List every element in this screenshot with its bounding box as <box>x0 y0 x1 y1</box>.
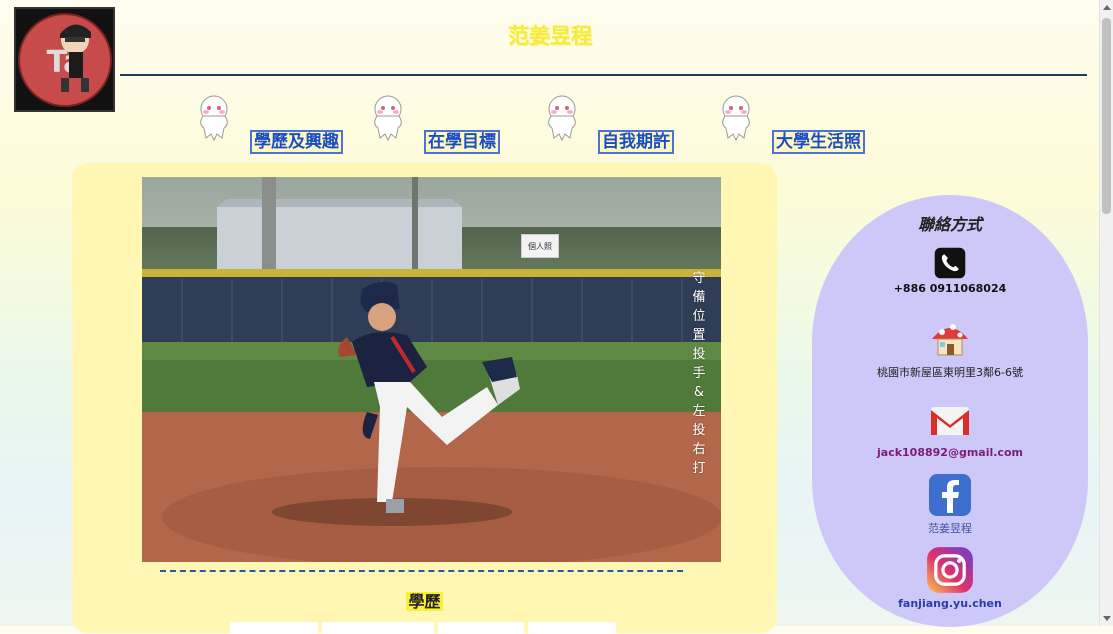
facebook-link[interactable]: 范姜昱程 <box>812 520 1088 536</box>
contact-email[interactable]: jack108892@gmail.com <box>812 399 1088 459</box>
section-heading: 學歷 <box>72 588 777 612</box>
scroll-down-arrow-icon[interactable] <box>1103 616 1111 621</box>
card-preview <box>438 622 524 634</box>
section-divider <box>160 570 683 572</box>
baseball-pitcher-photo <box>142 177 721 562</box>
contact-phone[interactable]: +886 0911068024 <box>812 247 1088 295</box>
phone-number[interactable]: +886 0911068024 <box>812 282 1088 295</box>
email-link[interactable]: jack108892@gmail.com <box>812 446 1088 459</box>
scroll-thumb[interactable] <box>1102 18 1111 214</box>
nav-link-expectations[interactable]: 自我期許 <box>598 130 674 154</box>
ghost-mascot-icon <box>722 95 750 142</box>
facebook-icon <box>929 474 971 516</box>
photo-caption: 守備位置投手&左投右打 <box>692 271 706 476</box>
contact-instagram[interactable]: fanjiang.yu.chen <box>812 546 1088 610</box>
gmail-icon <box>931 407 969 435</box>
profile-photo: 個人照 守備位置投手&左投右打 <box>142 177 721 562</box>
card-preview <box>528 622 616 634</box>
nav-link-college-photos[interactable]: 大學生活照 <box>772 130 865 154</box>
photo-tag: 個人照 <box>521 234 559 258</box>
section-heading-text: 學歷 <box>406 592 443 611</box>
nav-link-goals[interactable]: 在學目標 <box>424 130 500 154</box>
page-scrollbar[interactable] <box>1099 0 1113 626</box>
card-preview <box>230 622 318 634</box>
instagram-link[interactable]: fanjiang.yu.chen <box>812 597 1088 610</box>
card-preview <box>322 622 434 634</box>
contact-panel: 聯絡方式 +886 0911068024 桃園市新屋區東明里3鄰6-6號 jac… <box>812 195 1088 627</box>
title-divider <box>120 74 1087 76</box>
page: Ta 范姜昱程 學歷及興趣 在學目標 自我期許 大學生活照 個人照 守備位置投手… <box>0 0 1100 634</box>
mushroom-house-icon <box>932 324 968 356</box>
site-title-text: 范姜昱程 <box>508 23 592 48</box>
contact-facebook[interactable]: 范姜昱程 <box>812 473 1088 536</box>
instagram-icon <box>927 547 973 593</box>
address-text: 桃園市新屋區東明里3鄰6-6號 <box>877 366 1023 379</box>
ghost-mascot-icon <box>548 95 576 142</box>
education-cards-preview <box>222 622 622 634</box>
site-title: 范姜昱程 <box>0 20 1100 50</box>
ghost-mascot-icon <box>200 95 228 142</box>
ghost-mascot-icon <box>374 95 402 142</box>
contact-address: 桃園市新屋區東明里3鄰6-6號 <box>812 317 1088 380</box>
nav-link-education[interactable]: 學歷及興趣 <box>250 130 343 154</box>
phone-icon <box>934 247 966 279</box>
scroll-up-arrow-icon[interactable] <box>1103 5 1111 10</box>
contact-title: 聯絡方式 <box>917 215 982 234</box>
main-content-panel: 個人照 守備位置投手&左投右打 學歷 <box>72 163 777 634</box>
